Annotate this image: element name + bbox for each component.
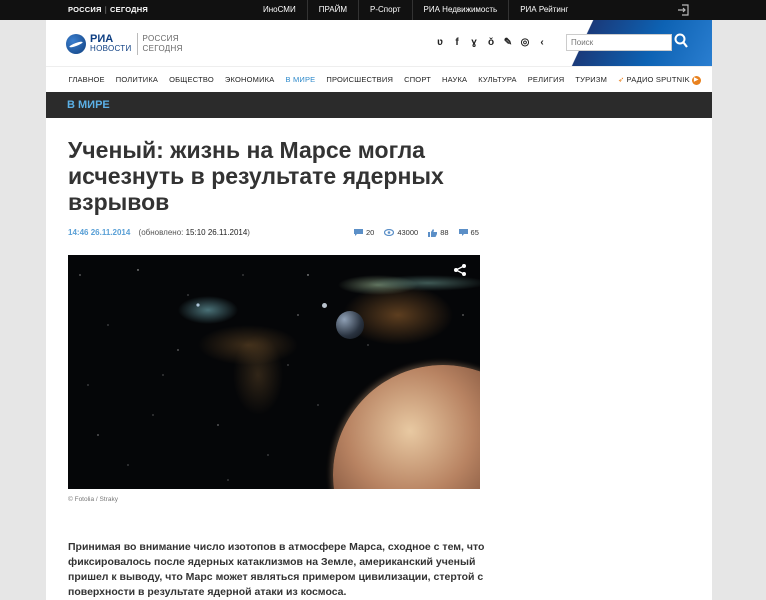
eye-icon (384, 229, 395, 236)
likes-count: 88 (440, 228, 449, 237)
share-icon[interactable]: ‹ (536, 37, 548, 49)
nav-item-politics[interactable]: ПОЛИТИКА (110, 67, 163, 93)
ria-logo[interactable]: РИА НОВОСТИ РОССИЯ СЕГОДНЯ (66, 30, 183, 58)
network-link-rsport[interactable]: Р-Спорт (358, 0, 412, 20)
views-stat: 43000 (384, 228, 418, 237)
radio-arrow-icon: ➶ (618, 75, 625, 84)
login-icon[interactable] (677, 4, 689, 16)
nav-item-religion[interactable]: РЕЛИГИЯ (522, 67, 570, 93)
article-stats: 20 43000 88 65 (354, 228, 479, 237)
vk-icon[interactable]: ʋ (434, 37, 446, 49)
article-image[interactable] (68, 255, 480, 489)
nav-item-main[interactable]: ГЛАВНОЕ (63, 67, 110, 93)
odnoklassniki-icon[interactable]: ǒ (485, 37, 497, 49)
comments-stat[interactable]: 20 (354, 228, 374, 237)
article-meta: 14:46 26.11.2014 (обновлено: 15:10 26.11… (68, 228, 250, 237)
nav-item-radio-sputnik[interactable]: ➶ РАДИО SPUTNIK ▶ (613, 67, 707, 93)
moon (336, 311, 364, 339)
updated-value: 15:10 26.11.2014 (185, 228, 248, 237)
twitter-icon[interactable]: ɣ (468, 37, 480, 49)
article-lead: Принимая во внимание число изотопов в ат… (68, 541, 485, 598)
nav-item-incidents[interactable]: ПРОИСШЕСТВИЯ (321, 67, 399, 93)
nav-item-culture[interactable]: КУЛЬТУРА (473, 67, 523, 93)
logo-rs-line1: РОССИЯ (142, 34, 179, 43)
publish-time: 14:46 (68, 228, 89, 237)
instagram-icon[interactable]: ◎ (519, 37, 531, 49)
small-moon (322, 303, 327, 308)
nav-item-society[interactable]: ОБЩЕСТВО (164, 67, 220, 93)
section-title[interactable]: В МИРЕ (67, 92, 110, 118)
image-share-icon[interactable] (453, 263, 467, 277)
social-icons: ʋ f ɣ ǒ ✎ ◎ ‹ (434, 37, 548, 49)
nav-item-world[interactable]: В МИРЕ (280, 67, 321, 93)
section-header: В МИРЕ (46, 92, 712, 118)
network-link-prime[interactable]: ПРАЙМ (306, 0, 358, 20)
brand-left: РОССИЯ (68, 5, 102, 14)
updated-label: (обновлено: 15:10 26.11.2014) (138, 228, 250, 237)
network-link-rating[interactable]: РИА Рейтинг (508, 0, 579, 20)
ria-globe-icon (66, 34, 86, 54)
nav-item-tourism[interactable]: ТУРИЗМ (570, 67, 613, 93)
play-icon: ▶ (691, 75, 701, 85)
likes-stat[interactable]: 88 (428, 228, 449, 237)
shares-stat[interactable]: 65 (458, 228, 479, 237)
comments-count: 20 (366, 228, 375, 237)
main-nav: ГЛАВНОЕ ПОЛИТИКА ОБЩЕСТВО ЭКОНОМИКА В МИ… (46, 66, 712, 92)
search-input[interactable] (566, 34, 672, 51)
shares-count: 65 (470, 228, 479, 237)
share-stat-icon (458, 228, 468, 236)
search-icon[interactable] (674, 33, 688, 49)
nav-item-economy[interactable]: ЭКОНОМИКА (219, 67, 280, 93)
nav-item-science[interactable]: НАУКА (436, 67, 472, 93)
top-network-bar: РОССИЯ❘СЕГОДНЯ ИноСМИ ПРАЙМ Р-Спорт РИА … (0, 0, 766, 20)
brand-right: СЕГОДНЯ (110, 5, 148, 14)
logo-novosti-text: НОВОСТИ (90, 44, 132, 53)
views-count: 43000 (397, 228, 419, 237)
thumbs-up-icon (428, 228, 438, 237)
image-caption: © Fotolia / Straky (68, 496, 118, 503)
logo-divider (136, 33, 138, 55)
facebook-icon[interactable]: f (451, 37, 463, 49)
network-links: ИноСМИ ПРАЙМ Р-Спорт РИА Недвижимость РИ… (252, 0, 579, 20)
livejournal-icon[interactable]: ✎ (502, 37, 514, 49)
comment-icon (354, 228, 363, 236)
logo-ria-text: РИА (90, 33, 114, 45)
network-link-realty[interactable]: РИА Недвижимость (411, 0, 509, 20)
network-link-inosmi[interactable]: ИноСМИ (252, 0, 307, 20)
radio-label: РАДИО SPUTNIK (626, 75, 690, 84)
nav-item-sport[interactable]: СПОРТ (399, 67, 437, 93)
rossiya-segodnya-brand[interactable]: РОССИЯ❘СЕГОДНЯ (68, 0, 148, 20)
page-container: РИА НОВОСТИ РОССИЯ СЕГОДНЯ ʋ f ɣ ǒ ✎ ◎ ‹ (46, 20, 712, 600)
logo-rs-line2: СЕГОДНЯ (142, 44, 183, 53)
article-title: Ученый: жизнь на Марсе могла исчезнуть в… (68, 137, 444, 215)
site-header: РИА НОВОСТИ РОССИЯ СЕГОДНЯ ʋ f ɣ ǒ ✎ ◎ ‹ (46, 20, 712, 66)
publish-date: 26.11.2014 (90, 228, 131, 237)
